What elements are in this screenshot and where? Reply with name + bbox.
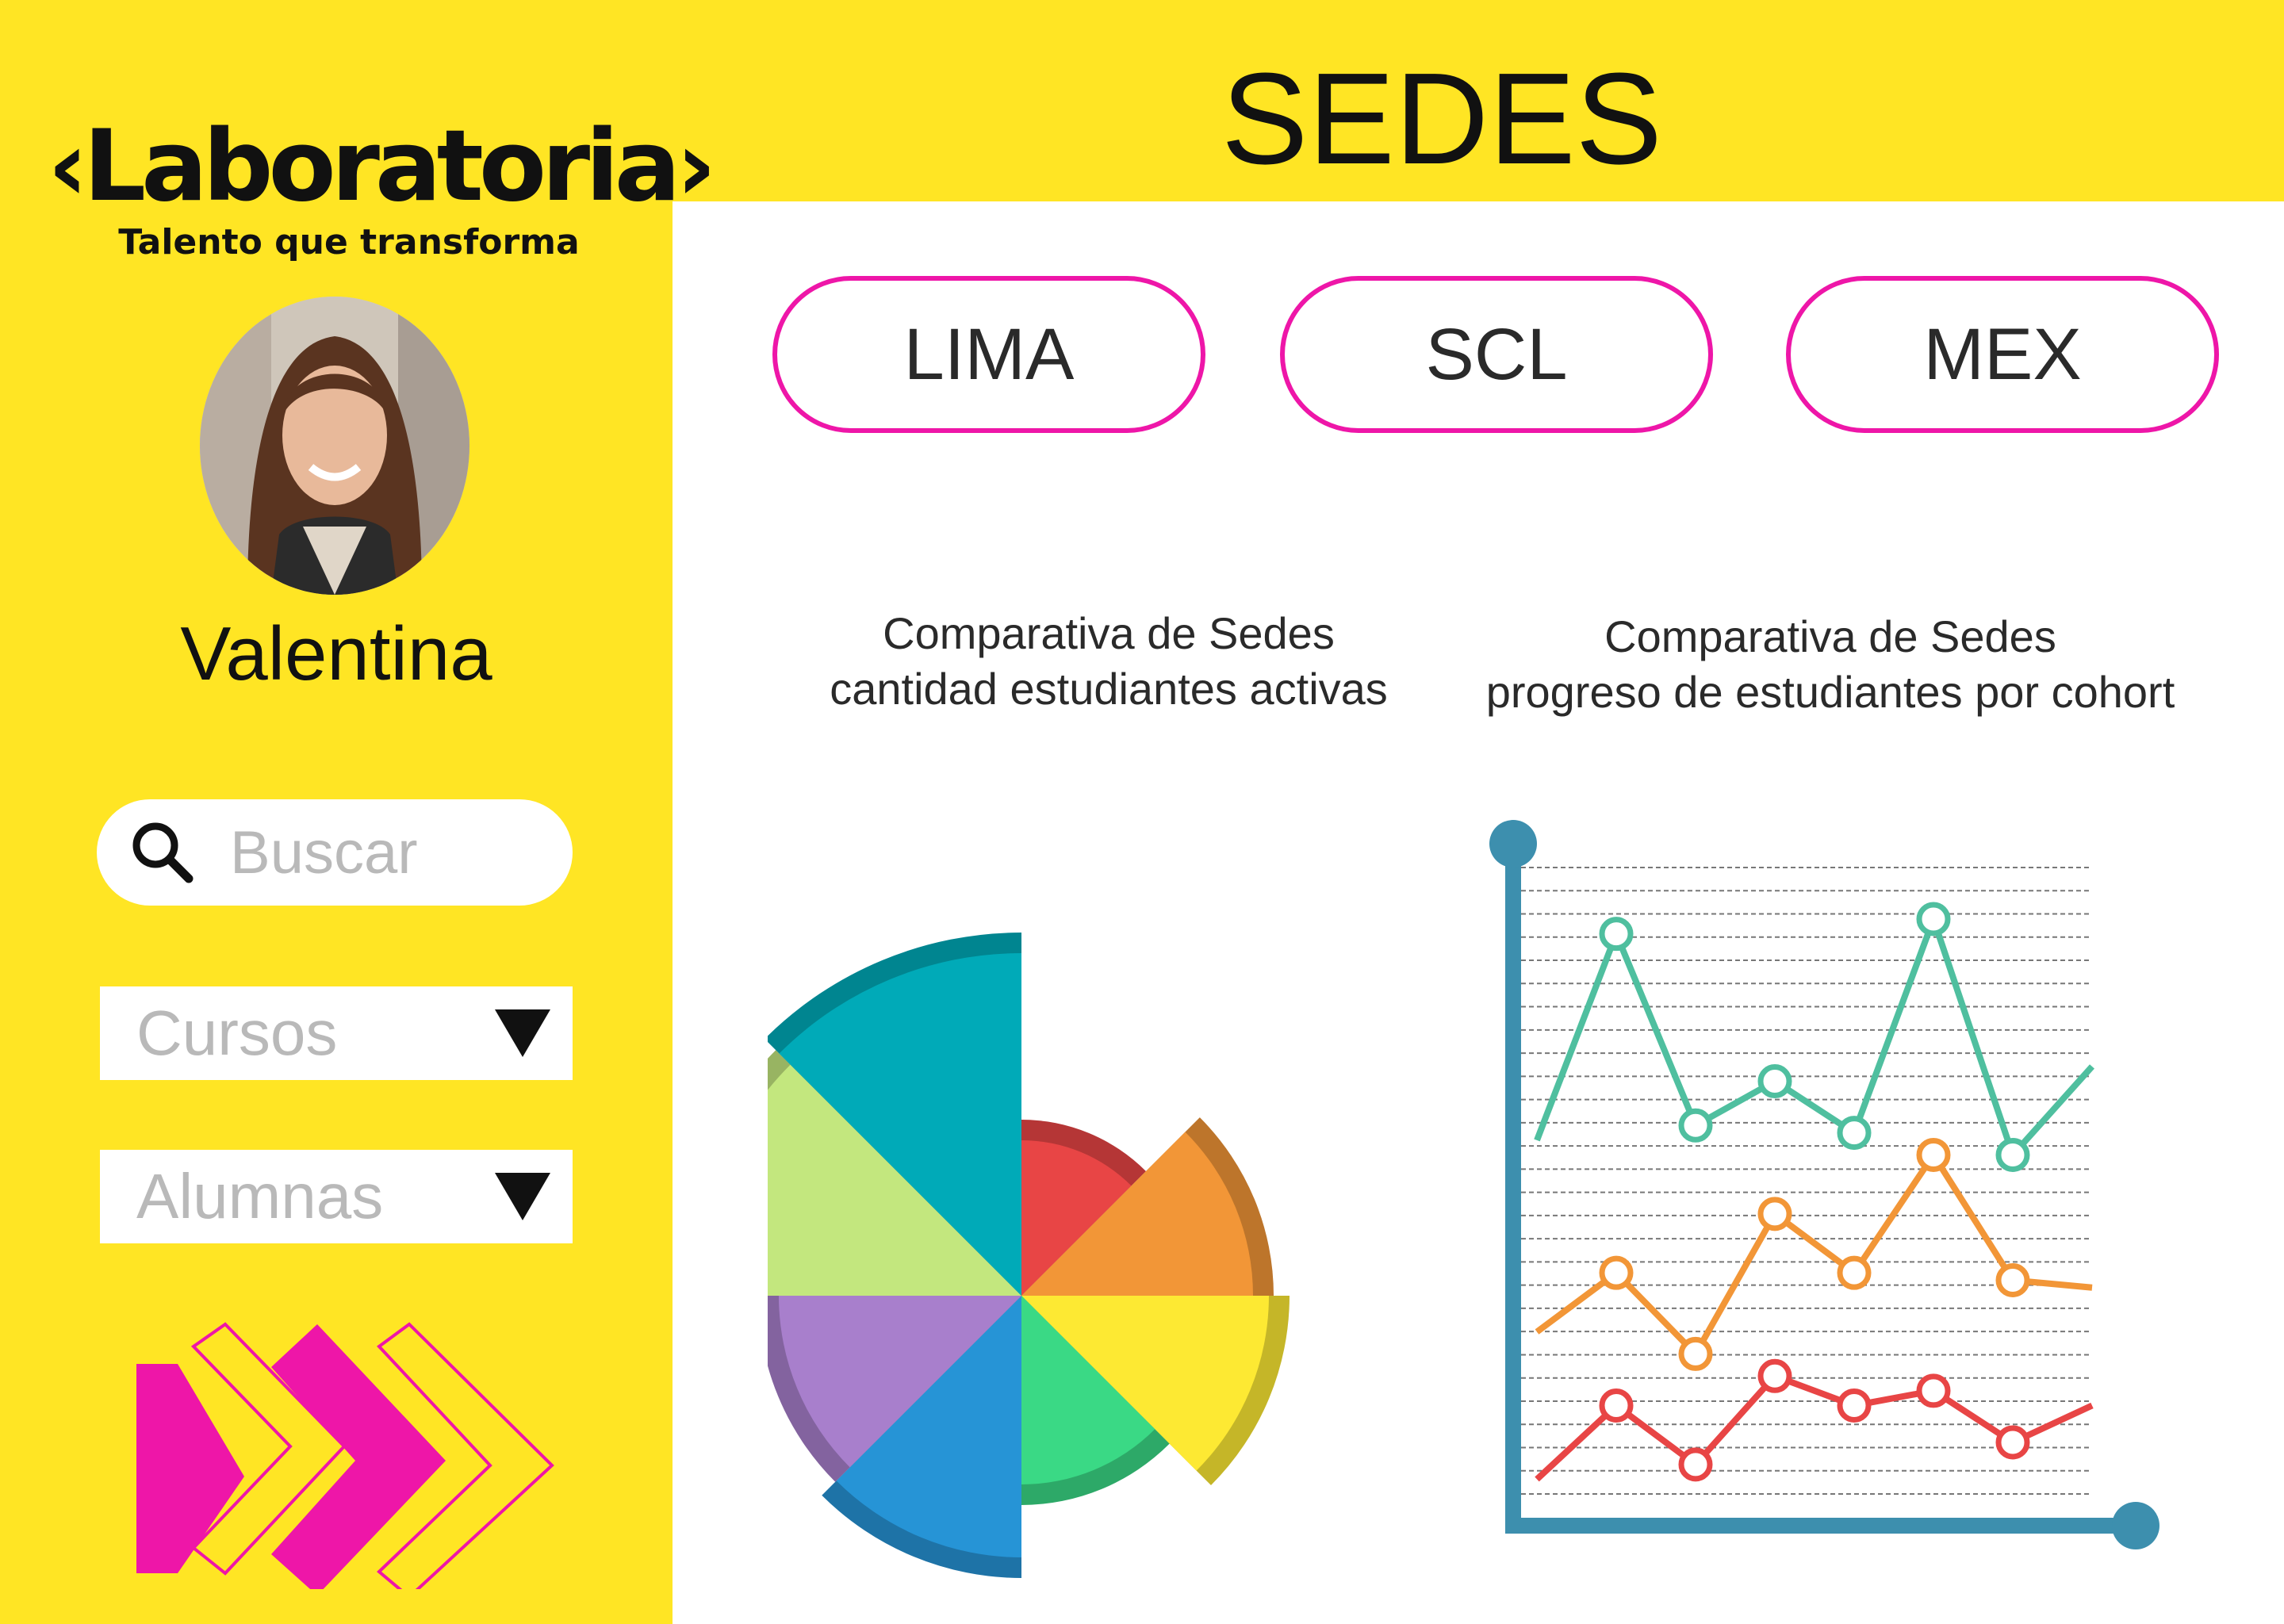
- data-point: [1757, 1197, 1792, 1231]
- line-chart-title-line-2: progreso de estudiantes por cohort: [1485, 667, 2175, 717]
- chevrons-decoration: [136, 1322, 554, 1589]
- search-icon[interactable]: [128, 818, 197, 887]
- pie-chart-title-line-1: Comparativa de Sedes: [883, 608, 1335, 658]
- data-point: [1916, 1137, 1951, 1172]
- data-point: [1916, 902, 1951, 936]
- series-line: [1534, 916, 2094, 1159]
- y-axis-cap: [1489, 820, 1537, 868]
- x-axis-cap: [2112, 1502, 2159, 1549]
- data-point: [1995, 1137, 2030, 1172]
- caret-down-icon[interactable]: [495, 1173, 550, 1220]
- data-point: [1916, 1373, 1951, 1408]
- search-input[interactable]: [230, 818, 531, 887]
- data-point: [1995, 1262, 2030, 1297]
- line-chart: [1489, 820, 2159, 1549]
- data-point: [1757, 1064, 1792, 1099]
- data-point: [1678, 1447, 1713, 1482]
- campus-button-scl[interactable]: SCL: [1280, 276, 1713, 433]
- data-point: [1599, 1388, 1634, 1423]
- data-point: [1837, 1116, 1872, 1151]
- caret-down-icon[interactable]: [495, 1009, 550, 1057]
- cursos-dropdown-label: Cursos: [136, 998, 338, 1068]
- avatar-photo: [200, 297, 469, 595]
- data-point: [1678, 1108, 1713, 1143]
- alumnas-dropdown-label: Alumnas: [136, 1161, 384, 1231]
- data-point: [1599, 917, 1634, 952]
- data-point: [1678, 1336, 1713, 1371]
- campus-button-lima[interactable]: LIMA: [772, 276, 1205, 433]
- brand-logo[interactable]: ‹Laboratoria› Talento que transforma: [48, 109, 716, 278]
- campus-button-mex[interactable]: MEX: [1786, 276, 2219, 433]
- sidebar: ‹Laboratoria› Talento que transforma Val…: [0, 0, 716, 1624]
- data-point: [1995, 1425, 2030, 1460]
- cursos-dropdown[interactable]: Cursos: [100, 986, 573, 1080]
- main-panel: LIMA SCL MEX Comparativa de Sedes cantid…: [673, 201, 2284, 1624]
- brand-name: ‹Laboratoria›: [48, 109, 716, 224]
- user-name: Valentina: [180, 611, 492, 696]
- brand-tagline: Talento que transforma: [118, 222, 580, 262]
- data-point: [1837, 1255, 1872, 1290]
- search-box[interactable]: [97, 799, 573, 906]
- pie-chart: [768, 933, 1290, 1578]
- pie-chart-title: Comparativa de Sedes cantidad estudiante…: [752, 606, 1466, 717]
- page-title: SEDES: [1221, 46, 1662, 191]
- line-chart-title-line-1: Comparativa de Sedes: [1604, 611, 2056, 661]
- alumnas-dropdown[interactable]: Alumnas: [100, 1150, 573, 1243]
- data-point: [1837, 1388, 1872, 1423]
- data-point: [1599, 1255, 1634, 1290]
- series-line: [1535, 1151, 2093, 1358]
- data-point: [1757, 1358, 1792, 1393]
- avatar: [200, 297, 469, 595]
- pie-chart-title-line-2: cantidad estudiantes activas: [830, 664, 1388, 714]
- line-chart-title: Comparativa de Sedes progreso de estudia…: [1434, 609, 2227, 720]
